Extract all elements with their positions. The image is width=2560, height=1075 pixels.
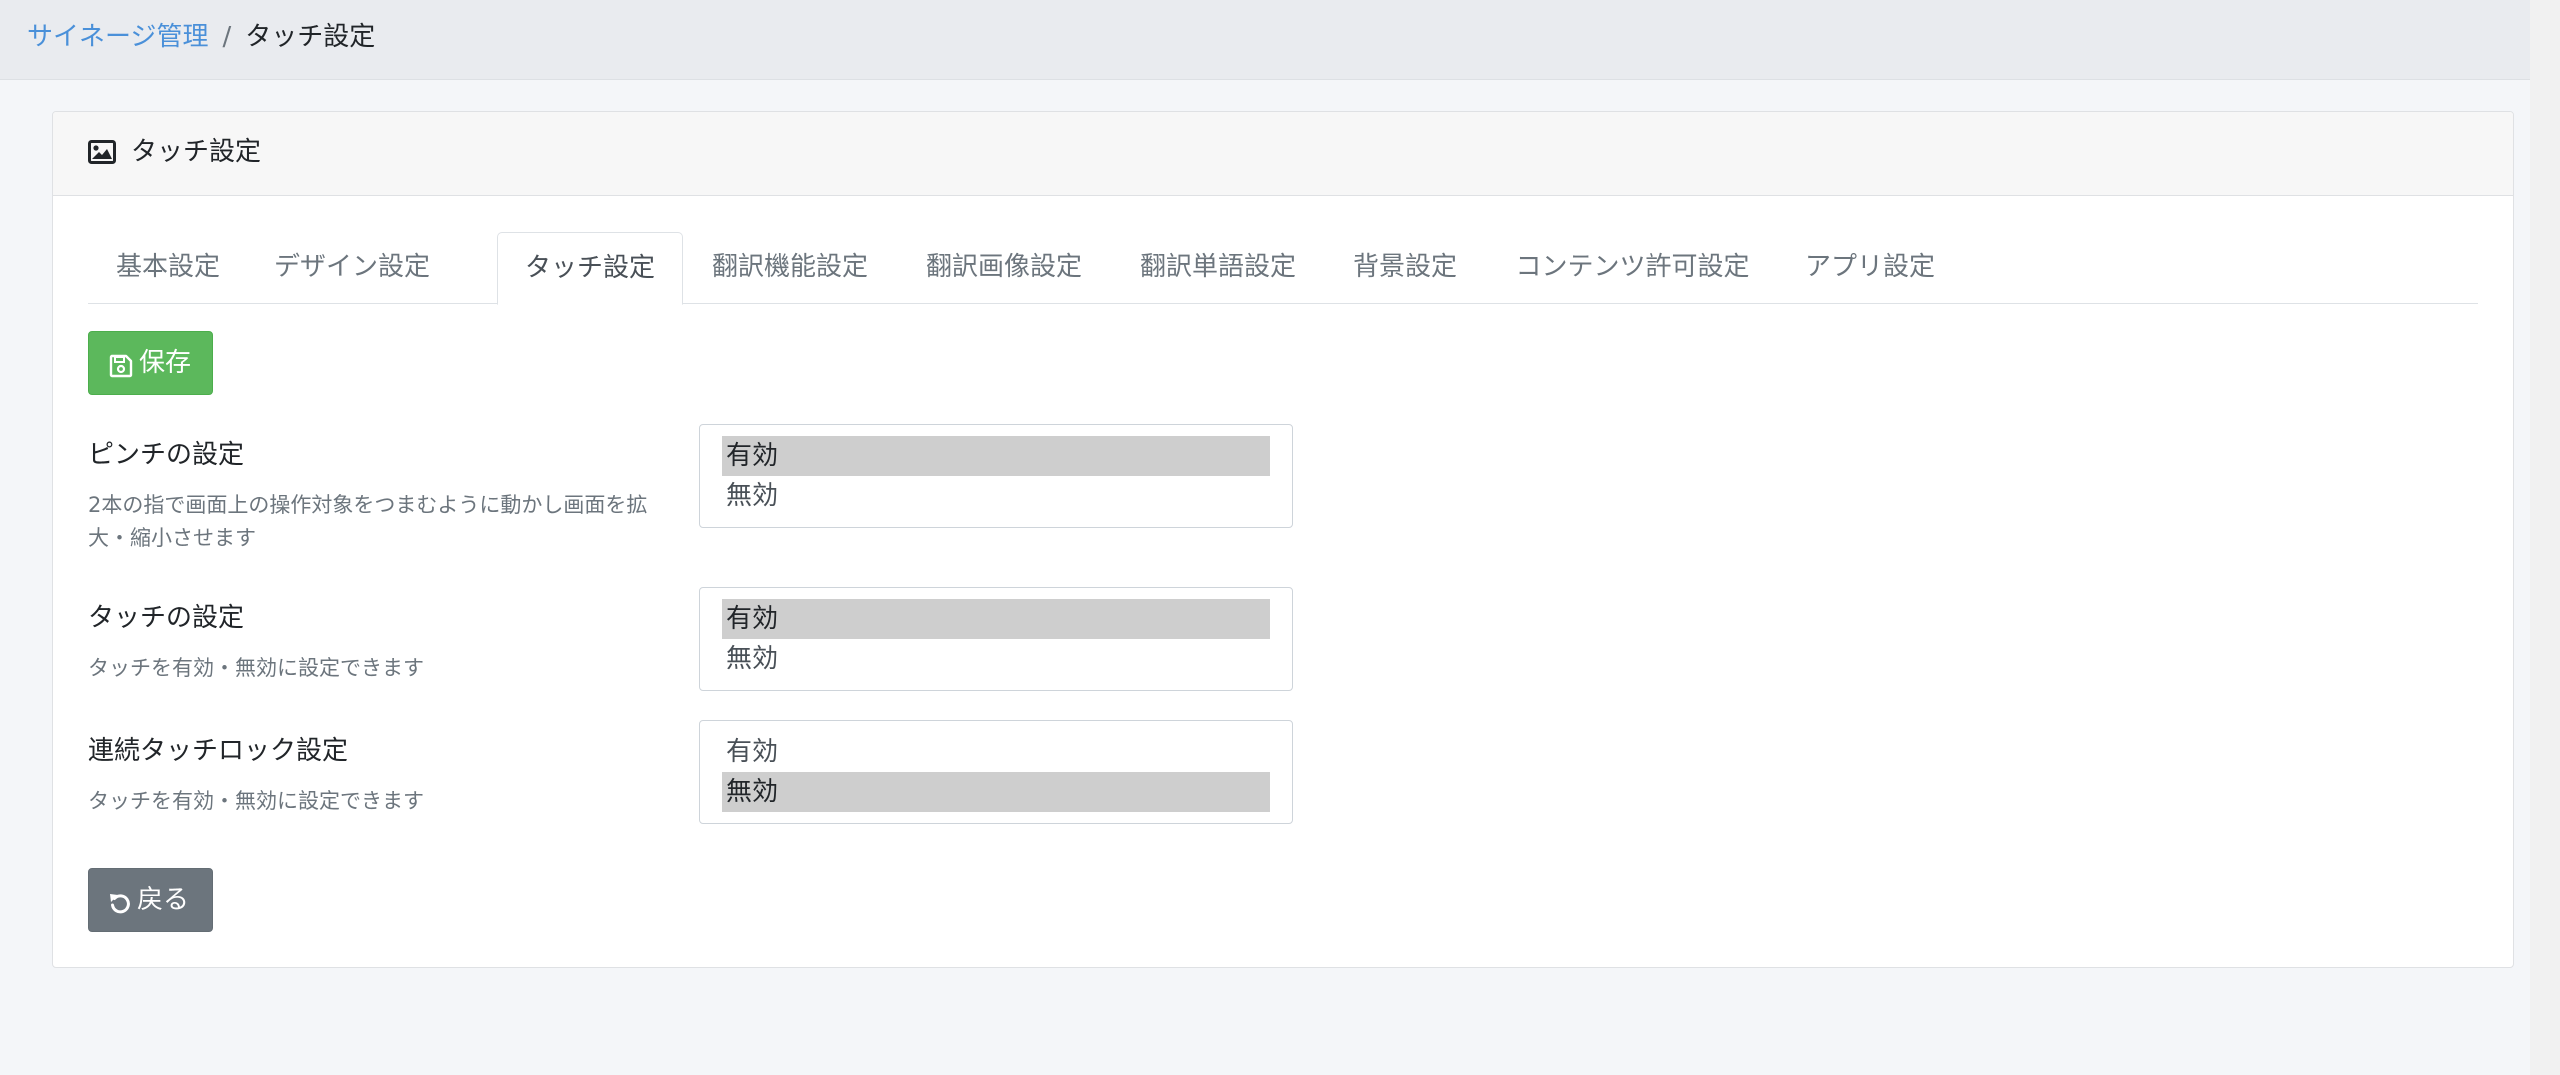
image-icon [88, 140, 116, 164]
touch-lock-option-disabled[interactable]: 無効 [722, 772, 1270, 812]
touch-lock-setting-select[interactable]: 有効 無効 [699, 720, 1293, 824]
save-button-label: 保存 [139, 348, 192, 378]
page-scrollbar[interactable] [2530, 0, 2560, 1075]
back-button-label: 戻る [137, 885, 190, 915]
touch-lock-setting-description: タッチを有効・無効に設定できます [88, 789, 424, 813]
tab-touch[interactable]: タッチ設定 [497, 232, 683, 305]
tab-translation-words[interactable]: 翻訳単語設定 [1111, 232, 1325, 304]
pinch-option-enabled[interactable]: 有効 [722, 436, 1270, 476]
touch-lock-setting-label: 連続タッチロック設定 [88, 736, 349, 766]
undo-icon [108, 889, 132, 914]
breadcrumb-bar: サイネージ管理 / タッチ設定 [0, 0, 2560, 80]
breadcrumb-link-signage[interactable]: サイネージ管理 [27, 22, 208, 52]
tab-content-permission[interactable]: コンテンツ許可設定 [1485, 232, 1780, 304]
tab-design[interactable]: デザイン設定 [248, 232, 456, 304]
breadcrumb-current: タッチ設定 [245, 22, 376, 52]
touch-setting-select[interactable]: 有効 無効 [699, 587, 1293, 691]
pinch-setting-select[interactable]: 有効 無効 [699, 424, 1293, 528]
back-button[interactable]: 戻る [88, 868, 213, 932]
pinch-setting-label: ピンチの設定 [88, 440, 245, 470]
settings-tabs: 基本設定 デザイン設定 タッチ設定 翻訳機能設定 翻訳画像設定 翻訳単語設定 背… [88, 232, 2478, 305]
card-title: タッチ設定 [131, 137, 262, 167]
touch-setting-description: タッチを有効・無効に設定できます [88, 656, 424, 680]
pinch-option-disabled[interactable]: 無効 [722, 476, 1270, 516]
tab-app[interactable]: アプリ設定 [1780, 232, 1960, 304]
breadcrumb: サイネージ管理 / タッチ設定 [27, 19, 375, 55]
save-button[interactable]: 保存 [88, 331, 213, 395]
touch-lock-option-enabled[interactable]: 有効 [722, 732, 1270, 772]
card-header: タッチ設定 [53, 112, 2513, 196]
settings-card: タッチ設定 基本設定 デザイン設定 タッチ設定 翻訳機能設定 翻訳画像設定 翻訳… [52, 111, 2514, 968]
pinch-setting-description: 2本の指で画面上の操作対象をつまむように動かし画面を拡大・縮小させます [88, 493, 648, 550]
touch-option-disabled[interactable]: 無効 [722, 639, 1270, 679]
touch-option-enabled[interactable]: 有効 [722, 599, 1270, 639]
save-icon [109, 352, 133, 378]
tab-background[interactable]: 背景設定 [1325, 232, 1485, 304]
touch-setting-label: タッチの設定 [88, 603, 245, 633]
tab-translation-function[interactable]: 翻訳機能設定 [683, 232, 897, 304]
breadcrumb-separator: / [222, 22, 232, 52]
tab-basic[interactable]: 基本設定 [88, 232, 248, 304]
tab-translation-image[interactable]: 翻訳画像設定 [897, 232, 1111, 304]
